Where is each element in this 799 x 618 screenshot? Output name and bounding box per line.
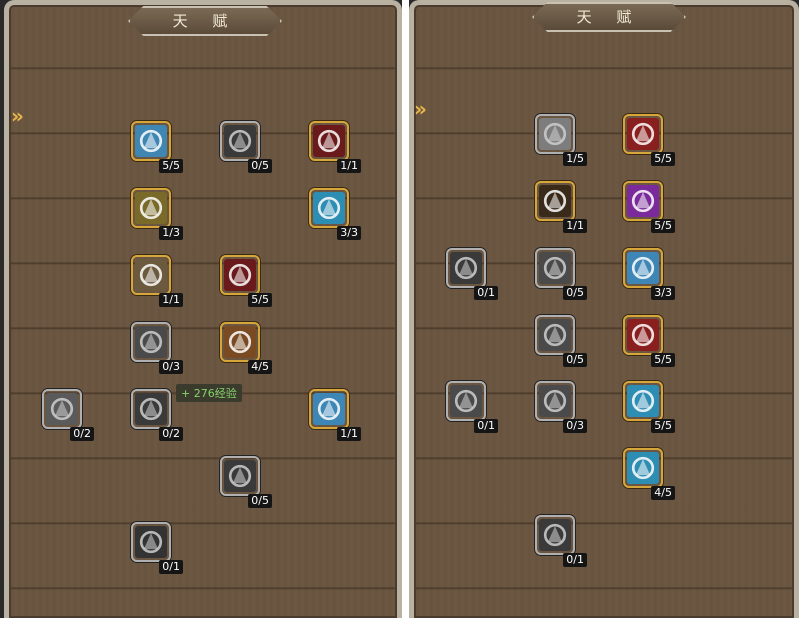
talent-node[interactable]: 0/1 <box>446 381 498 433</box>
talent-level: 0/2 <box>70 427 94 441</box>
arrow-strike-icon <box>539 252 571 284</box>
multi-arrow-icon <box>539 319 571 351</box>
talent-node[interactable]: 1/3 <box>131 188 183 240</box>
arrowhead-icon <box>450 252 482 284</box>
panel-divider <box>402 0 409 618</box>
spear-icon <box>627 452 659 484</box>
talent-node[interactable]: 0/5 <box>220 456 272 508</box>
archer-icon <box>627 319 659 351</box>
talent-node[interactable]: 3/3 <box>623 248 675 300</box>
talent-level: 3/3 <box>651 286 675 300</box>
talent-node[interactable]: 3/3 <box>309 188 361 240</box>
talent-level: 0/5 <box>248 159 272 173</box>
bite-icon <box>135 526 167 558</box>
whirlwind-icon <box>539 118 571 150</box>
spread-arrow-icon <box>539 385 571 417</box>
talent-level: 0/2 <box>159 427 183 441</box>
dark-wolf-icon <box>224 125 256 157</box>
expand-arrow-icon[interactable]: » <box>414 99 434 119</box>
talent-node[interactable]: 5/5 <box>623 381 675 433</box>
target-icon <box>539 185 571 217</box>
talent-level: 1/3 <box>159 226 183 240</box>
talent-level: 5/5 <box>651 419 675 433</box>
talent-level: 0/1 <box>474 419 498 433</box>
whistle-icon <box>313 192 345 224</box>
talent-level: 5/5 <box>651 353 675 367</box>
talent-node[interactable]: 1/1 <box>535 181 587 233</box>
talent-node[interactable]: 5/5 <box>220 255 272 307</box>
talent-level: 5/5 <box>651 152 675 166</box>
talent-node[interactable]: 0/2 <box>42 389 94 441</box>
talent-level: 1/1 <box>563 219 587 233</box>
talent-node[interactable]: 0/5 <box>535 248 587 300</box>
expand-arrow-icon[interactable]: » <box>11 106 31 126</box>
panel-title-right: 天 赋 <box>532 2 686 32</box>
panel-title-left: 天 赋 <box>128 6 282 36</box>
talent-node[interactable]: 0/3 <box>535 381 587 433</box>
talent-level: 1/1 <box>337 159 361 173</box>
talent-node[interactable]: 1/1 <box>309 121 361 173</box>
talent-level: 0/5 <box>563 353 587 367</box>
talent-level: 1/1 <box>159 293 183 307</box>
teeth-icon <box>224 460 256 492</box>
talent-node[interactable]: 0/1 <box>535 515 587 567</box>
talent-level: 1/5 <box>563 152 587 166</box>
talent-level: 5/5 <box>651 219 675 233</box>
lion-icon <box>224 326 256 358</box>
talent-node[interactable]: 0/5 <box>220 121 272 173</box>
talent-level: 0/1 <box>563 553 587 567</box>
talent-node[interactable]: 4/5 <box>220 322 272 374</box>
archer-icon <box>627 118 659 150</box>
paw-icon <box>46 393 78 425</box>
talent-level: 0/3 <box>563 419 587 433</box>
talent-panel-left <box>4 0 402 618</box>
eagle-icon <box>313 393 345 425</box>
talent-level: 0/1 <box>474 286 498 300</box>
talent-node[interactable]: 4/5 <box>623 448 675 500</box>
claw-icon <box>135 326 167 358</box>
talent-level: 1/1 <box>337 427 361 441</box>
talent-node[interactable]: 0/3 <box>131 322 183 374</box>
boar-icon <box>135 259 167 291</box>
talent-level: 3/3 <box>337 226 361 240</box>
talent-node[interactable]: 1/5 <box>535 114 587 166</box>
talent-node[interactable]: 1/1 <box>309 389 361 441</box>
talent-node[interactable]: 5/5 <box>623 315 675 367</box>
talent-node[interactable]: 5/5 <box>131 121 183 173</box>
talent-level: 0/5 <box>248 494 272 508</box>
golden-armor-icon <box>135 192 167 224</box>
talent-node[interactable]: 0/1 <box>131 522 183 574</box>
talent-panel-right <box>409 0 799 618</box>
talent-node[interactable]: 0/5 <box>535 315 587 367</box>
talent-level: 4/5 <box>248 360 272 374</box>
eagle-icon <box>627 252 659 284</box>
talent-level: 5/5 <box>159 159 183 173</box>
talent-level: 0/5 <box>563 286 587 300</box>
arrowhead-icon <box>539 519 571 551</box>
fanged-maw-icon <box>313 125 345 157</box>
talent-node[interactable]: 5/5 <box>623 181 675 233</box>
talent-level: 5/5 <box>248 293 272 307</box>
talent-node[interactable]: 0/1 <box>446 248 498 300</box>
tentacle-icon <box>135 125 167 157</box>
magic-archer-icon <box>627 185 659 217</box>
talent-node[interactable]: 1/1 <box>131 255 183 307</box>
fanged-maw-icon <box>224 259 256 291</box>
talent-level: 0/1 <box>159 560 183 574</box>
talent-node[interactable]: 5/5 <box>623 114 675 166</box>
talent-level: 4/5 <box>651 486 675 500</box>
ice-arrow-icon <box>627 385 659 417</box>
talent-node[interactable]: 0/2 <box>131 389 183 441</box>
piercing-arrow-icon <box>450 385 482 417</box>
experience-hint: + 276经验 <box>176 384 242 402</box>
talent-level: 0/3 <box>159 360 183 374</box>
cat-icon <box>135 393 167 425</box>
